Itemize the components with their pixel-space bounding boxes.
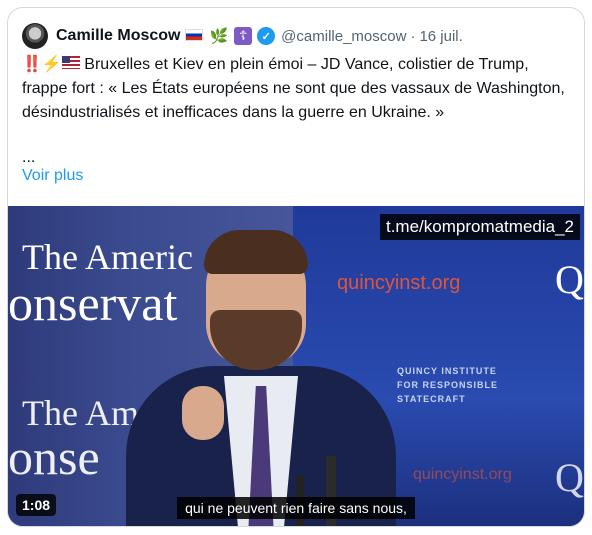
tweet-date[interactable]: 16 juil. [419,28,462,45]
us-flag-icon [61,56,80,70]
video-player[interactable]: The Americ onservat The Ame onse quincyi… [8,206,584,526]
separator: · [410,27,416,45]
beard [210,310,302,370]
show-more-link[interactable]: Voir plus [22,167,83,185]
site-text-2: quincyinst.org [413,466,512,483]
watermark: t.me/kompromatmedia_2 [379,214,580,240]
tweet-body: Bruxelles et Kiev en plein émoi – JD Van… [22,56,565,121]
verified-badge-icon: ✓ [257,27,276,45]
tweet-card[interactable]: Camille Moscow 🌿 ☦ ✓ @camille_moscow · 1… [7,7,585,527]
tweet-ellipsis: ... [22,149,36,166]
logo-letter-2: Q [555,455,584,500]
avatar[interactable] [22,23,48,49]
orthodox-cross-icon: ☦ [234,27,253,45]
subtitle: qui ne peuvent rien faire sans nous, [8,497,584,519]
author-name[interactable]: Camille Moscow [56,27,180,45]
hand [182,386,224,440]
russia-flag-icon [185,29,204,41]
banner-text-4: onse [8,429,100,485]
hair [204,230,308,274]
author-handle[interactable]: @camille_moscow [281,28,406,45]
subtitle-text: qui ne peuvent rien faire sans nous, [177,497,415,519]
logo-letter: Q [555,257,584,302]
tweet-header: Camille Moscow 🌿 ☦ ✓ @camille_moscow · 1… [22,22,463,50]
alert-emoji: ‼️⚡ [22,56,62,73]
speaker-figure [126,226,416,526]
video-duration: 1:08 [16,494,57,516]
branch-emoji: 🌿 [209,28,229,45]
tweet-text: ‼️⚡ Bruxelles et Kiev en plein émoi – JD… [22,53,572,125]
